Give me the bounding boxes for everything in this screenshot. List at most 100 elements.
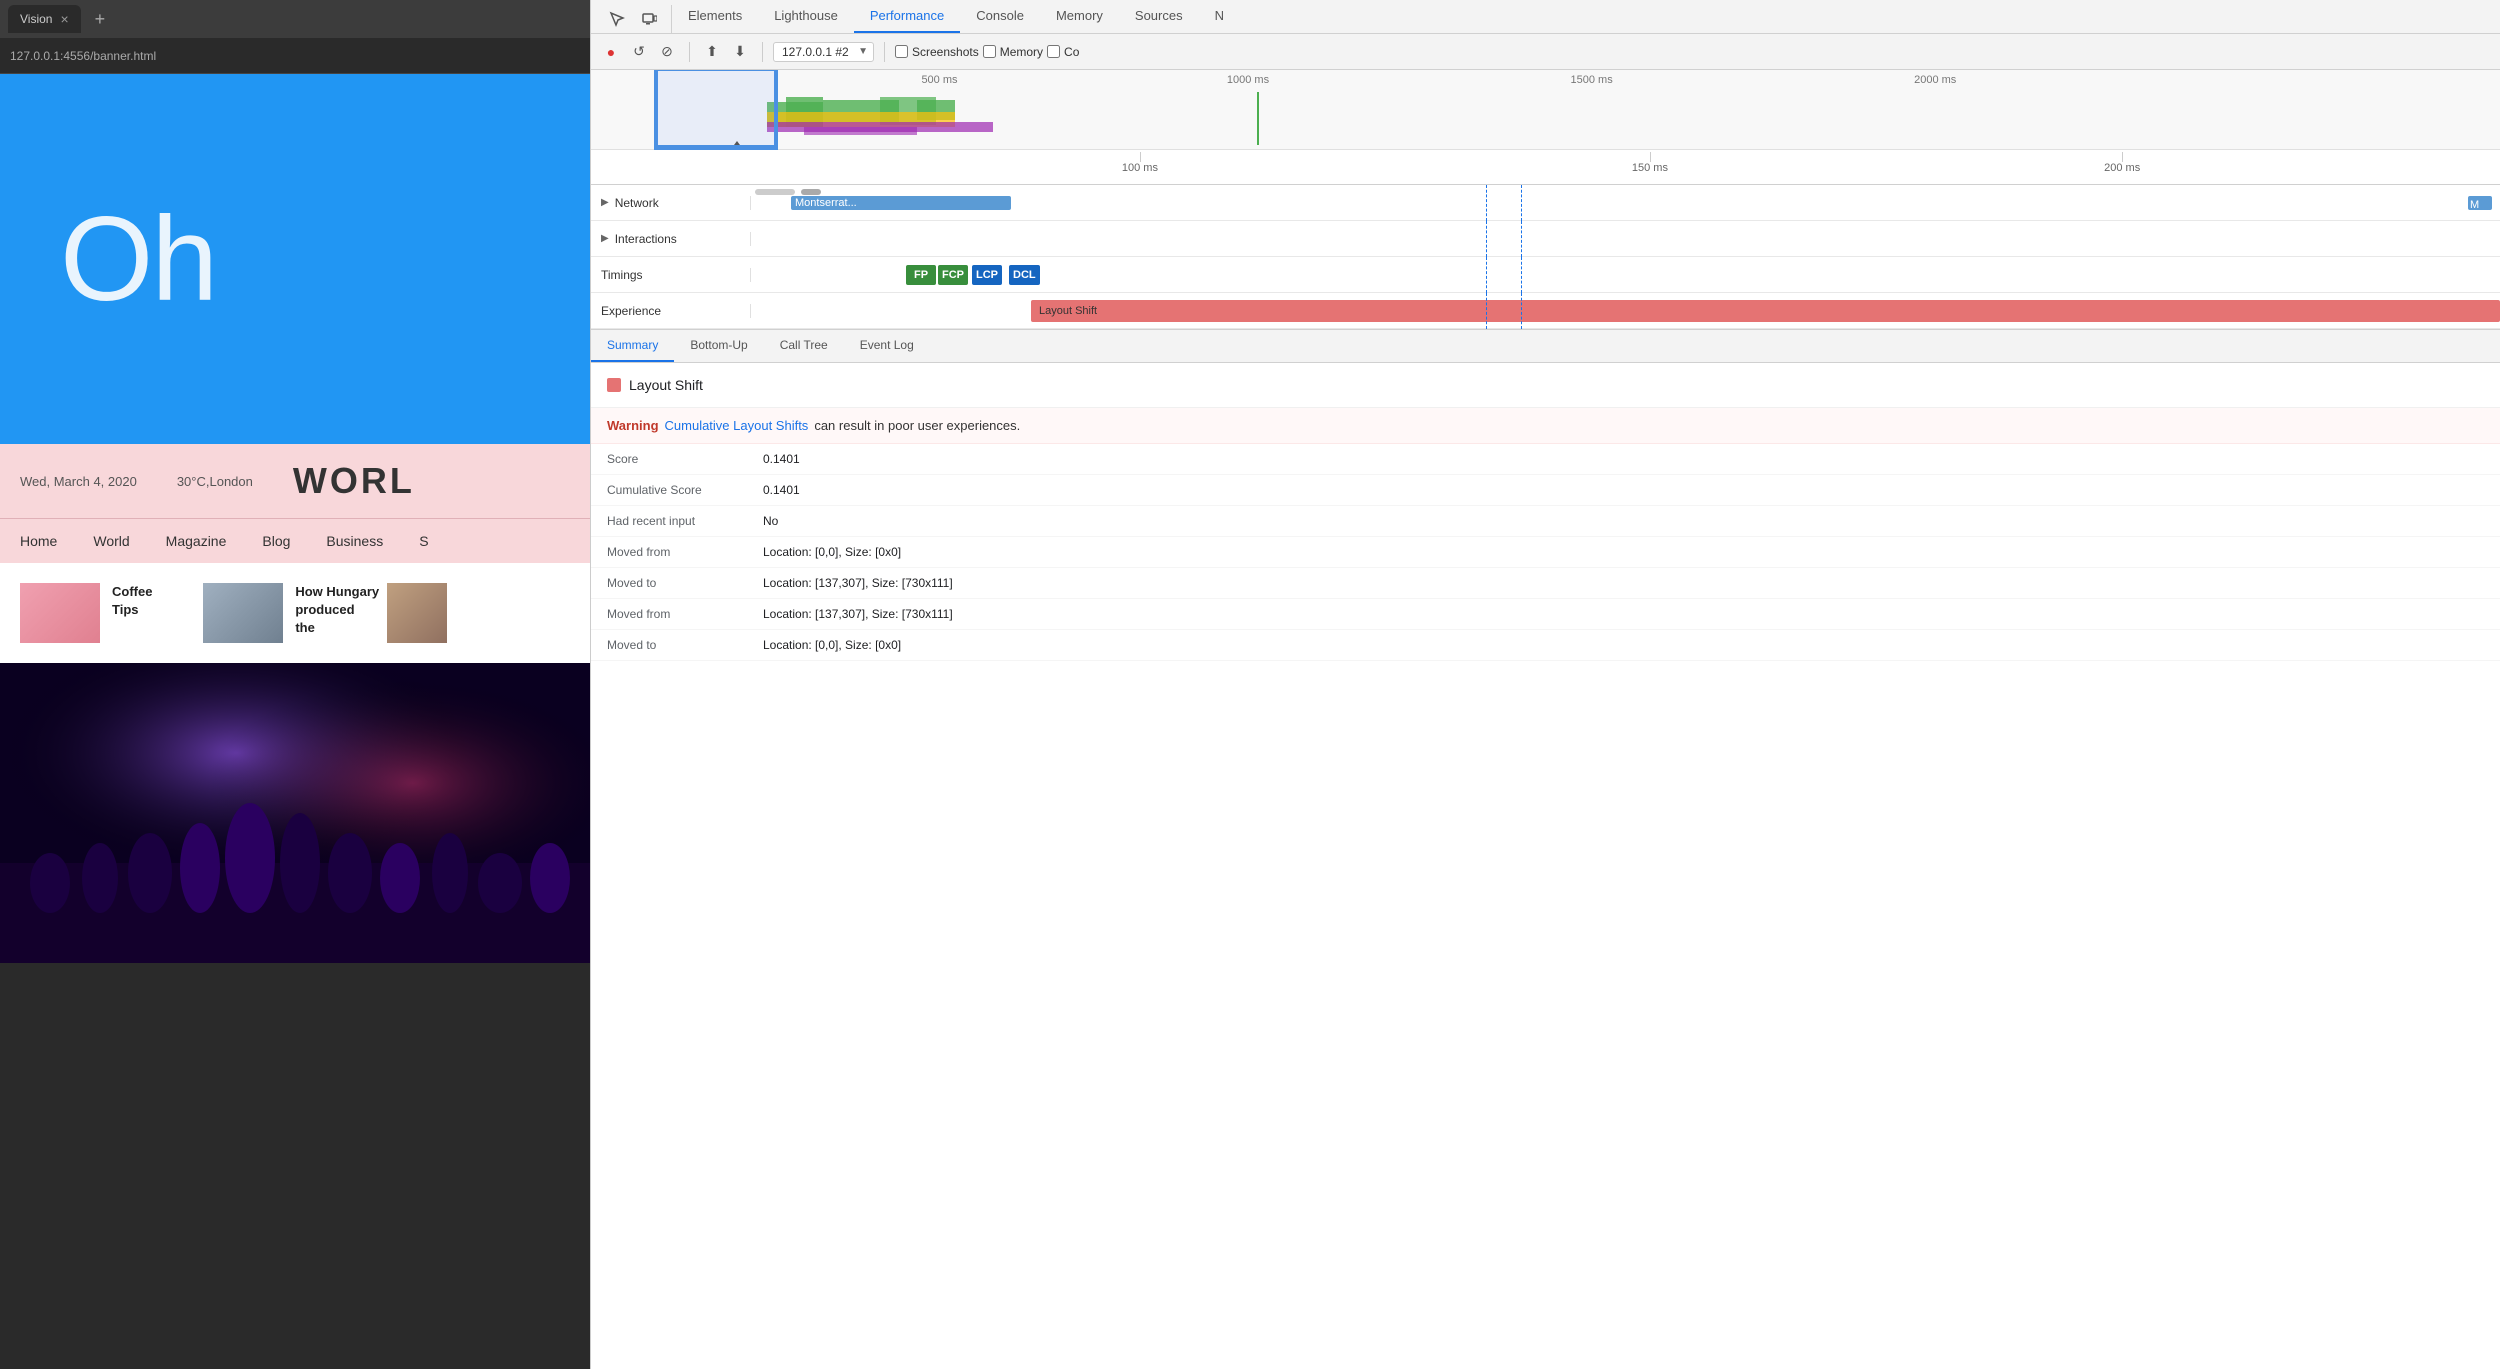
nav-item-magazine[interactable]: Magazine [166,533,227,549]
time-mark-1500: 1500 ms [1571,74,1613,86]
network-expand-arrow[interactable]: ▶ [601,197,609,208]
new-tab-button[interactable]: + [89,7,112,32]
hero-section: Oh [0,74,590,444]
timings-label-text: Timings [601,268,643,282]
experience-row-label: Experience [591,304,751,318]
article-item-2: How Hungary producedthe [203,583,386,643]
warning-text: can result in poor user experiences. [814,418,1020,433]
interactions-row-content[interactable] [751,221,2500,257]
experience-row-content[interactable]: Layout Shift [751,293,2500,329]
time-mark-2000: 2000 ms [1914,74,1956,86]
tab-memory[interactable]: Memory [1040,0,1119,33]
nav-item-blog[interactable]: Blog [262,533,290,549]
article-thumb-1 [20,583,100,643]
warning-link[interactable]: Cumulative Layout Shifts [665,418,809,433]
timings-row: Timings FP FCP LCP DCL [591,257,2500,293]
warning-row: Warning Cumulative Layout Shifts can res… [591,408,2500,444]
bottom-panel: Summary Bottom-Up Call Tree Event Log La… [591,330,2500,1369]
screenshots-checkbox[interactable] [895,45,908,58]
nav-item-world[interactable]: World [93,533,129,549]
article-thumb-3 [387,583,447,643]
moved-from-2-row: Moved from Location: [137,307], Size: [7… [591,599,2500,630]
record-button[interactable]: ● [599,40,623,64]
moved-from-1-value: Location: [0,0], Size: [0x0] [763,545,901,559]
bottom-tab-summary[interactable]: Summary [591,330,674,362]
experience-vline-1 [1486,293,1487,329]
network-bar-montserrat: Montserrat... [791,196,1011,210]
interactions-vline-2 [1521,221,1522,257]
nav-item-home[interactable]: Home [20,533,57,549]
browser-panel: Vision × + 127.0.0.1:4556/banner.html Oh… [0,0,590,1369]
moved-to-1-row: Moved to Location: [137,307], Size: [730… [591,568,2500,599]
tab-elements[interactable]: Elements [672,0,758,33]
mini-purple-2 [804,127,917,135]
devtools-panel: Elements Lighthouse Performance Console … [590,0,2500,1369]
minimap-selection[interactable] [656,70,776,150]
device-toolbar-button[interactable] [635,5,663,33]
cumulative-score-label: Cumulative Score [607,483,747,497]
timings-row-content[interactable]: FP FCP LCP DCL [751,257,2500,293]
url-display: 127.0.0.1:4556/banner.html [10,49,156,63]
tab-lighthouse[interactable]: Lighthouse [758,0,854,33]
download-button[interactable]: ⬇ [728,40,752,64]
cumulative-score-row: Cumulative Score 0.1401 [591,475,2500,506]
network-bar-m-label: M [2468,199,2481,211]
tick-200 [2122,152,2123,162]
inspect-icon-button[interactable] [603,5,631,33]
memory-checkbox[interactable] [983,45,996,58]
article-thumb-2 [203,583,283,643]
layout-shift-indicator-icon [607,378,621,392]
timing-chip-fcp: FCP [938,265,968,285]
nav-item-more[interactable]: S [419,533,428,549]
nav-item-business[interactable]: Business [326,533,383,549]
browser-tab[interactable]: Vision × [8,5,81,33]
profile-select[interactable]: 127.0.0.1 #2 [773,42,874,62]
overview-selection-bar [656,145,776,149]
reload-record-button[interactable]: ↺ [627,40,651,64]
address-bar: 127.0.0.1:4556/banner.html [0,38,590,74]
news-header: Wed, March 4, 2020 30°C,London WORL [0,444,590,518]
detail-mark-150: 150 ms [1632,162,1668,174]
layout-shift-bar: Layout Shift [1031,300,2500,322]
moved-from-2-label: Moved from [607,607,747,621]
timeline-minimap[interactable]: 500 ms 1000 ms 1500 ms 2000 ms [591,70,2500,150]
bottom-tab-event-log[interactable]: Event Log [844,330,930,362]
green-line-marker [1257,92,1259,145]
interactions-expand-arrow[interactable]: ▶ [601,233,609,244]
time-mark-1000: 1000 ms [1227,74,1269,86]
tick-150 [1650,152,1651,162]
warning-label: Warning [607,418,659,433]
bottom-tab-call-tree[interactable]: Call Tree [764,330,844,362]
summary-content: Layout Shift Warning Cumulative Layout S… [591,363,2500,1369]
tab-performance[interactable]: Performance [854,0,960,33]
bottom-tab-bottom-up[interactable]: Bottom-Up [674,330,763,362]
summary-section-title: Layout Shift [629,377,703,393]
network-row-content[interactable]: Montserrat... M [751,185,2500,221]
memory-checkbox-label[interactable]: Memory [983,45,1043,59]
news-date: Wed, March 4, 2020 [20,474,137,489]
toolbar-separator-1 [689,42,690,62]
timing-chip-dcl: DCL [1009,265,1040,285]
tab-console[interactable]: Console [960,0,1040,33]
cumulative-score-value: 0.1401 [763,483,800,497]
news-title: WORL [293,460,570,502]
interactions-row-label: ▶ Interactions [591,232,751,246]
toolbar-separator-3 [884,42,885,62]
concert-image [0,663,590,963]
tab-close-icon[interactable]: × [60,11,68,27]
timeline-overview[interactable]: 500 ms 1000 ms 1500 ms 2000 ms [591,70,2500,185]
screenshots-checkbox-label[interactable]: Screenshots [895,45,979,59]
moved-from-2-value: Location: [137,307], Size: [730x111] [763,607,953,621]
recent-input-label: Had recent input [607,514,747,528]
network-scroll-thumb-2 [801,189,821,195]
coverage-checkbox-label[interactable]: Co [1047,45,1079,59]
coverage-checkbox[interactable] [1047,45,1060,58]
clear-button[interactable]: ⊘ [655,40,679,64]
news-location: 30°C,London [177,474,253,489]
tab-sources[interactable]: Sources [1119,0,1199,33]
upload-button[interactable]: ⬆ [700,40,724,64]
tab-more[interactable]: N [1199,0,1240,33]
network-scroll-thumb [755,189,795,195]
timing-ruler: 100 ms 150 ms 200 ms [591,150,2500,185]
network-row: ▶ Network Montserrat... M [591,185,2500,221]
